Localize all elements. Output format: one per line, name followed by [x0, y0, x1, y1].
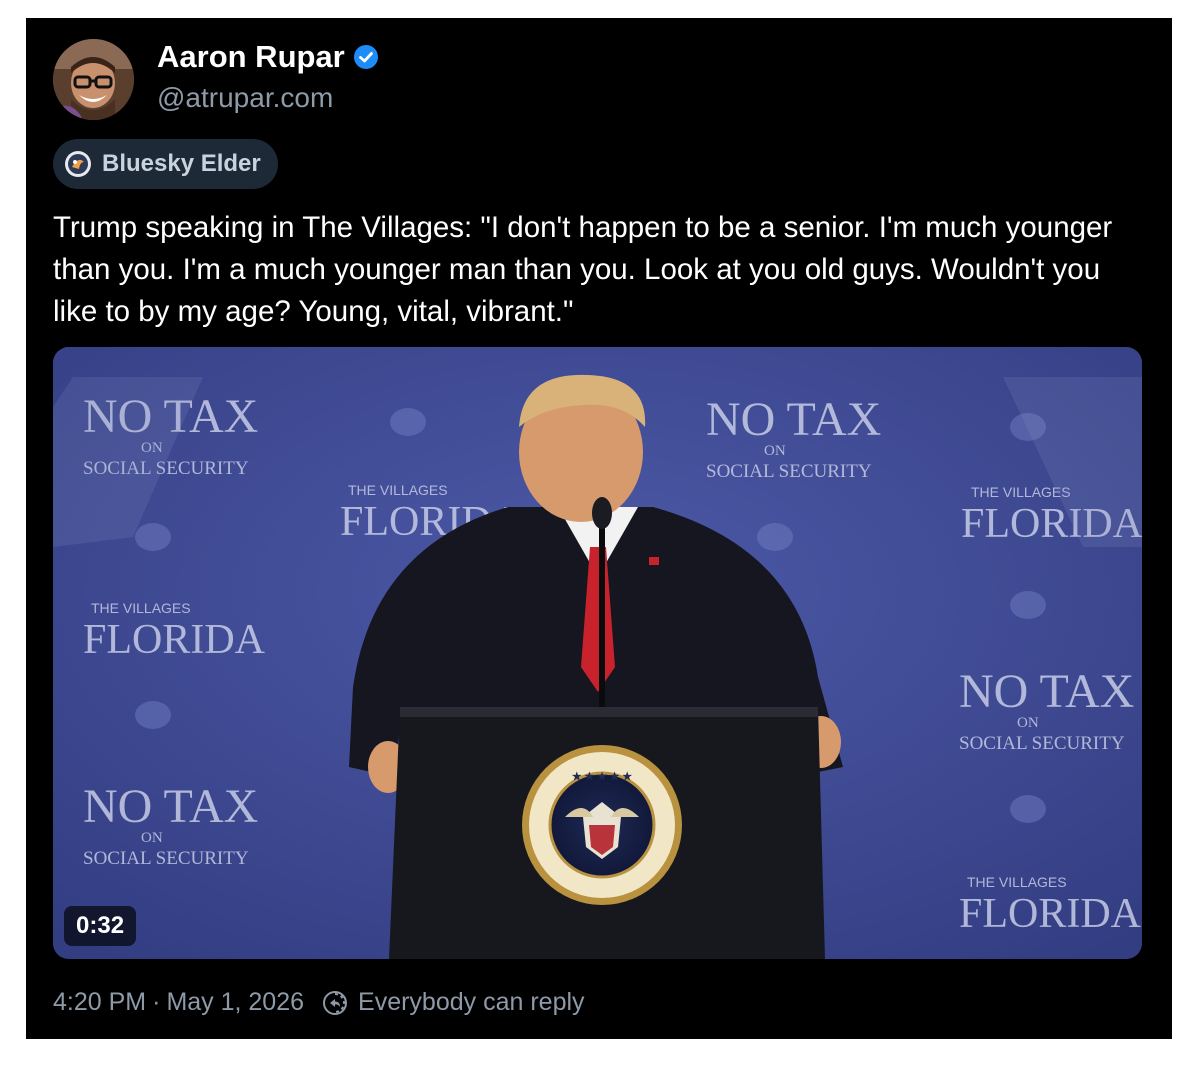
- backdrop-ss-2: SOCIAL SECURITY: [83, 848, 249, 869]
- post-date[interactable]: May 1, 2026: [166, 988, 304, 1017]
- video-duration: 0:32: [64, 906, 137, 946]
- backdrop-on-3: ON: [764, 443, 786, 459]
- presidential-seal-icon: ★ ★ ★ ★ ★: [522, 745, 682, 905]
- backdrop-florida-4: FLORIDA: [959, 891, 1142, 937]
- avatar-photo-icon: [53, 39, 134, 120]
- reply-settings-icon: [323, 990, 348, 1015]
- backdrop-on-2: ON: [141, 830, 163, 846]
- badge-label: Bluesky Elder: [102, 150, 261, 177]
- backdrop-ss-3: SOCIAL SECURITY: [706, 461, 872, 482]
- backdrop-florida-1: FLORIDA: [83, 617, 266, 663]
- author-name[interactable]: Aaron Rupar: [157, 39, 379, 75]
- post-footer: 4:20 PM · May 1, 2026 Everybody can repl…: [53, 988, 585, 1017]
- backdrop-villages-4: THE VILLAGES: [967, 874, 1067, 890]
- post-text: Trump speaking in The Villages: "I don't…: [53, 211, 1113, 328]
- reply-setting[interactable]: Everybody can reply: [358, 988, 585, 1017]
- backdrop-no-tax-4: NO TAX: [959, 665, 1134, 718]
- backdrop-villages-2: THE VILLAGES: [348, 482, 448, 498]
- bluesky-elder-badge[interactable]: Bluesky Elder: [53, 139, 278, 189]
- backdrop-ss-4: SOCIAL SECURITY: [959, 733, 1125, 754]
- backdrop-no-tax-2: NO TAX: [83, 780, 258, 833]
- backdrop-villages-1: THE VILLAGES: [91, 600, 191, 616]
- elder-badge-icon: [65, 151, 91, 177]
- verified-check-icon: [353, 45, 378, 69]
- backdrop-on-4: ON: [1017, 715, 1039, 731]
- post-card: Aaron Rupar @atrupar.com Bluesky Elder T…: [26, 18, 1172, 1039]
- meta-separator: ·: [152, 988, 161, 1016]
- author-name-text[interactable]: Aaron Rupar: [157, 39, 345, 75]
- backdrop-no-tax-3: NO TAX: [706, 393, 881, 446]
- post-time[interactable]: 4:20 PM: [53, 988, 146, 1017]
- video-player[interactable]: NO TAX ON SOCIAL SECURITY THE VILLAGES F…: [53, 347, 1142, 959]
- svg-text:★ ★ ★ ★ ★: ★ ★ ★ ★ ★: [572, 771, 632, 783]
- avatar[interactable]: [53, 39, 134, 120]
- video-thumbnail: NO TAX ON SOCIAL SECURITY THE VILLAGES F…: [53, 347, 1142, 959]
- author-handle[interactable]: @atrupar.com: [157, 82, 333, 114]
